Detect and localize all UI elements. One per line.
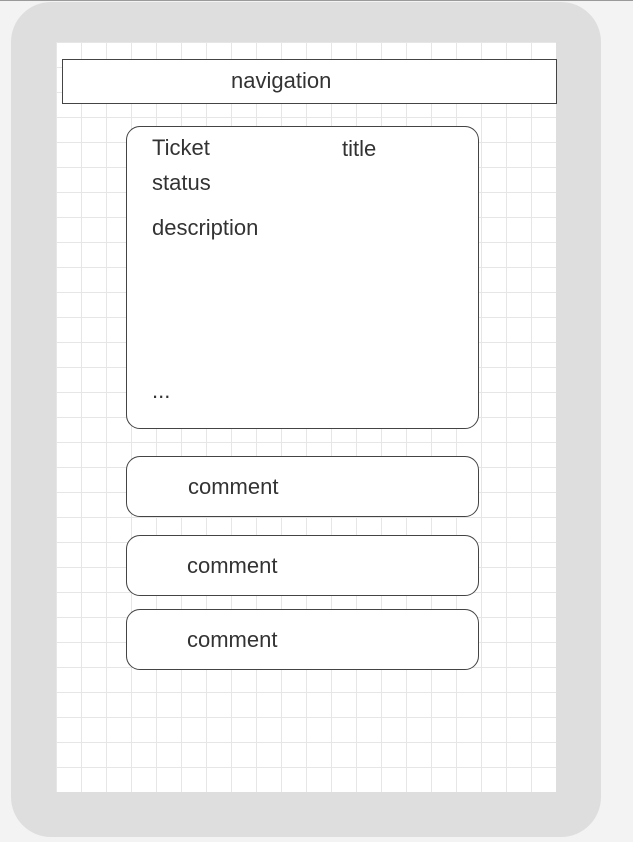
window-top-border [0,0,633,1]
comment-label: comment [187,553,278,578]
comment-label: comment [188,474,279,499]
comment-label: comment [187,627,278,652]
comment-card[interactable]: comment [126,456,479,517]
ticket-status: status [152,170,211,195]
ticket-description: description [152,215,259,240]
comment-card[interactable]: comment [126,609,479,670]
navigation-bar[interactable]: navigation [62,59,557,104]
comment-card[interactable]: comment [126,535,479,596]
navigation-label: navigation [231,68,332,93]
ticket-title: title [342,136,377,161]
ticket-more-ellipsis: ... [152,378,171,403]
ticket-label: Ticket [152,135,210,160]
ticket-card: Ticket title status description ... [126,126,479,429]
